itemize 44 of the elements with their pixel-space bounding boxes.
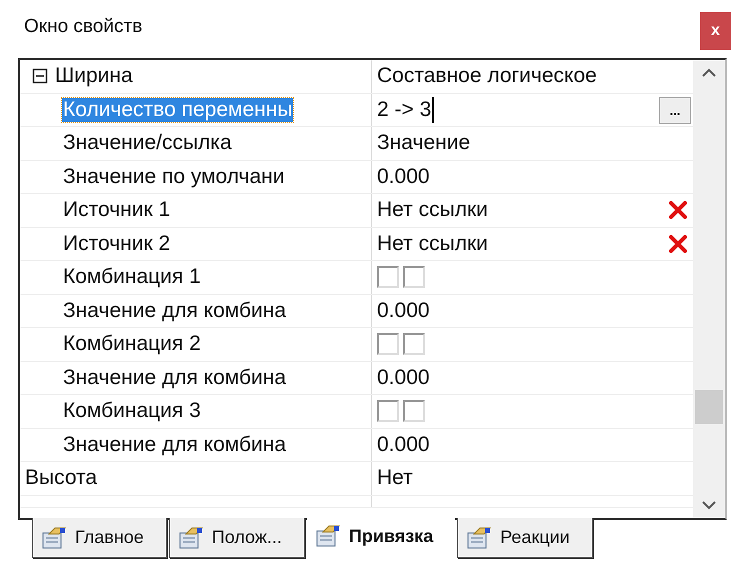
window-title: Окно свойств [24, 16, 142, 38]
property-name[interactable]: Количество переменны [62, 98, 294, 122]
property-name[interactable]: Высота [24, 466, 98, 490]
property-name[interactable]: Источник 2 [62, 232, 172, 256]
property-name[interactable]: Источник 1 [62, 198, 172, 222]
properties-icon [41, 526, 67, 550]
property-name[interactable]: Ширина [54, 64, 134, 88]
properties-icon [466, 526, 492, 550]
properties-icon [178, 526, 204, 550]
tab[interactable]: Главное [32, 518, 167, 558]
property-name[interactable]: Значение для комбина [62, 366, 288, 390]
checkbox[interactable] [403, 400, 425, 422]
tab[interactable]: Полож... [168, 518, 305, 558]
property-value: 0.000 [377, 432, 430, 457]
close-button[interactable]: x [700, 12, 731, 50]
checkbox[interactable] [403, 333, 425, 356]
scroll-thumb[interactable] [695, 390, 723, 424]
property-value: Составное логическое [377, 64, 597, 88]
property-value: 0.000 [377, 164, 430, 189]
checkbox[interactable] [403, 266, 425, 288]
ellipsis-button[interactable]: ... [659, 96, 691, 124]
checkbox[interactable] [377, 266, 399, 288]
cross-icon[interactable] [667, 232, 689, 254]
property-name[interactable]: Значение/ссылка [62, 131, 233, 156]
tab[interactable]: Реакции [457, 518, 593, 558]
property-name[interactable]: Значение для комбина [62, 298, 288, 323]
property-value: Нет ссылки [377, 198, 488, 222]
property-name[interactable]: Значение по умолчани [62, 164, 286, 189]
value-input-field[interactable]: 2 -> 3 [377, 96, 434, 123]
properties-icon [314, 524, 341, 548]
checkbox[interactable] [377, 400, 399, 422]
scrollbar[interactable] [693, 60, 725, 518]
property-name[interactable]: Комбинация 3 [62, 399, 202, 424]
property-name[interactable]: Комбинация 1 [62, 265, 202, 290]
checkbox[interactable] [377, 333, 399, 356]
property-name[interactable]: Значение для комбина [62, 432, 288, 457]
property-value: Значение [377, 131, 470, 156]
property-value: 0.000 [377, 366, 430, 390]
property-value: Нет ссылки [377, 232, 488, 256]
property-value: 0.000 [377, 298, 430, 323]
cross-icon[interactable] [667, 199, 689, 221]
property-name[interactable]: Комбинация 2 [62, 332, 202, 356]
property-value: Нет [377, 466, 413, 490]
collapse-icon[interactable] [32, 68, 48, 84]
